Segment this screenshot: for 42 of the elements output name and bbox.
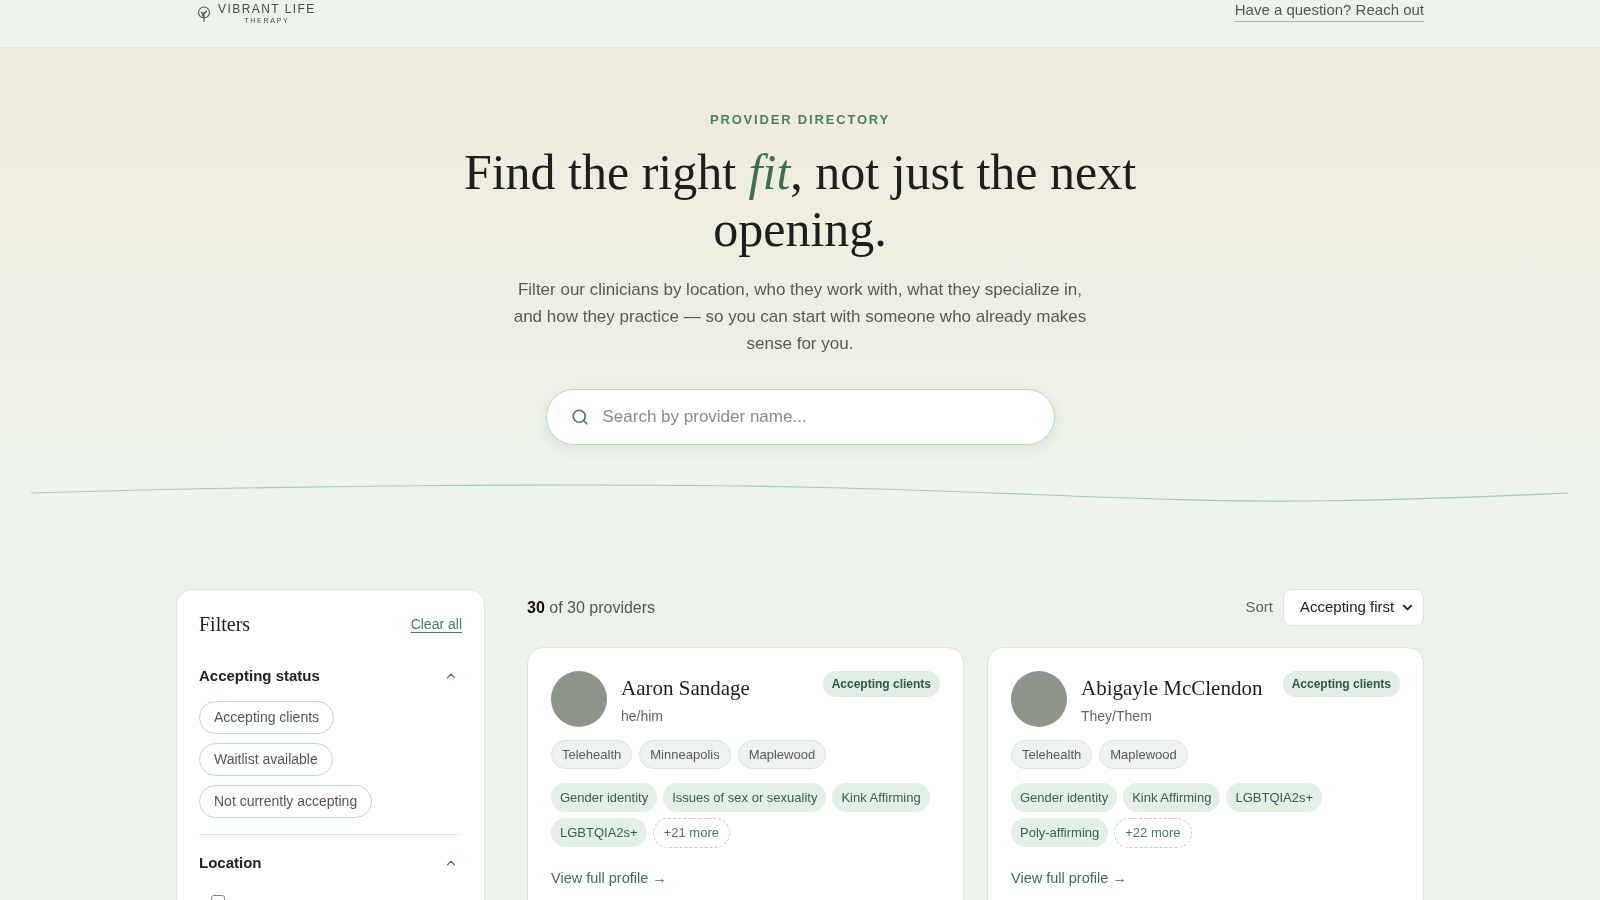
specialty-tag: Kink Affirming	[832, 783, 930, 812]
location-tag: Telehealth	[1011, 740, 1093, 769]
location-tag: Telehealth	[551, 740, 633, 769]
location-tag: Maplewood	[737, 740, 827, 769]
tree-icon	[196, 5, 212, 22]
location-tag: Minneapolis	[639, 740, 731, 769]
filter-pill[interactable]: Not currently accepting	[199, 785, 373, 818]
avatar-placeholder	[1011, 671, 1067, 727]
view-profile-link[interactable]: View full profile →	[1011, 868, 1127, 890]
specialty-tag: LGBTQIA2s+	[1226, 783, 1323, 812]
specialty-tag: Poly-affirming	[1011, 818, 1109, 847]
status-badge: Accepting clients	[822, 671, 940, 697]
specialty-tag: Gender identity	[551, 783, 658, 812]
search-field[interactable]: Search by provider name...	[545, 389, 1055, 445]
avatar-placeholder	[551, 671, 607, 727]
status-badge: Accepting clients	[1282, 671, 1400, 697]
results-count: 30 of 30 providers	[527, 597, 656, 618]
provider-pronouns: They/Them	[1081, 707, 1153, 726]
hero-description: Filter our clinicians by location, who they work with, what they specialize in, and how they practice — so you can start with someone who already makes sense for you.	[512, 279, 1088, 355]
provider-name: Abigayle McClendon	[1081, 675, 1264, 702]
specialty-tag: Kink Affirming	[1123, 783, 1221, 812]
clear-all-link[interactable]: Clear all	[410, 613, 462, 635]
filters-title: Filters	[199, 612, 251, 636]
search-icon	[570, 408, 589, 426]
specialty-tag: Issues of sex or sexuality	[663, 783, 827, 812]
provider-name: Aaron Sandage	[621, 675, 751, 702]
filter-pill[interactable]: Waitlist available	[199, 743, 333, 776]
view-profile-link[interactable]: View full profile →	[551, 868, 667, 890]
section-toggle[interactable]: Location	[199, 853, 462, 873]
location-tag: Maplewood	[1099, 740, 1188, 769]
search-input[interactable]: Search by provider name...	[602, 404, 1030, 430]
section-toggle[interactable]: Accepting status	[199, 666, 462, 686]
logo-text: VIBRANT LIFE	[218, 3, 316, 15]
eyebrow-label: PROVIDER DIRECTORY	[709, 112, 891, 128]
specialty-tag: LGBTQIA2s+	[551, 818, 647, 847]
specialty-tag: Gender identity	[1011, 783, 1118, 812]
filter-pill[interactable]: Accepting clients	[199, 701, 335, 734]
provider-pronouns: he/him	[621, 707, 665, 726]
contact-link[interactable]: Have a question? Reach out	[1234, 0, 1424, 22]
sort-label: Sort	[1245, 597, 1273, 618]
hero-heading: Find the right fit, not just the next opening.	[462, 144, 1138, 258]
sort-select[interactable]: Accepting first	[1283, 589, 1424, 626]
